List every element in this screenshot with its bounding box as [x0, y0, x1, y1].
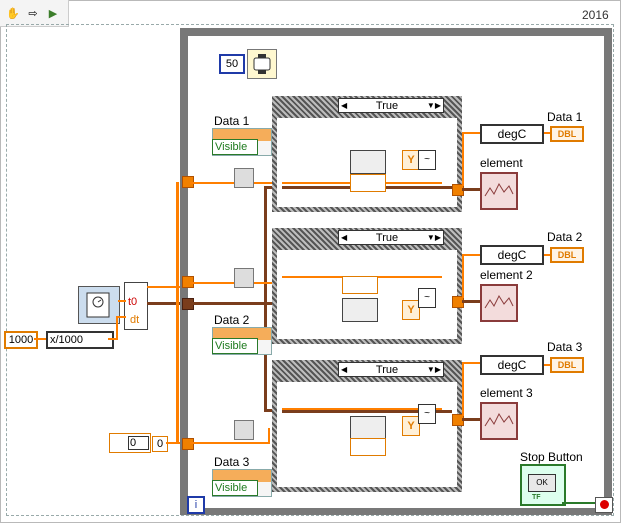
- build-waveform-node: [350, 416, 386, 440]
- clock-icon: [86, 292, 110, 318]
- output-label: Data 2: [547, 230, 583, 244]
- wire: [562, 502, 596, 504]
- wire: [462, 132, 464, 186]
- expression-node[interactable]: x/1000: [46, 331, 114, 349]
- output-label: Data 3: [547, 340, 583, 354]
- constant-1000[interactable]: 1000: [4, 331, 38, 349]
- waveform-icon: ~: [418, 150, 436, 170]
- hand-tool-glyph: ✋: [6, 7, 20, 20]
- wire: [462, 254, 464, 298]
- init-value: 0: [128, 436, 149, 450]
- case-selector-value: True: [375, 99, 399, 112]
- case-selector[interactable]: ◀ True ▼▶: [338, 230, 444, 245]
- stop-button-label: Stop Button: [520, 450, 583, 464]
- wire: [462, 132, 480, 134]
- array-node: [350, 438, 386, 456]
- stop-button-face: OK: [528, 474, 556, 492]
- visible-property[interactable]: Visible: [212, 338, 258, 354]
- data-control-label: Data 1: [214, 114, 250, 128]
- visible-property[interactable]: Visible: [212, 480, 258, 496]
- case-selector[interactable]: ◀ True ▼▶: [338, 98, 444, 113]
- waveform-icon: ~: [418, 404, 436, 424]
- wire: [462, 254, 480, 256]
- build-waveform-node: [342, 298, 378, 322]
- stop-icon: [600, 500, 609, 509]
- chart-icon: [484, 294, 514, 309]
- array-node: [350, 174, 386, 192]
- dbl-indicator[interactable]: DBL: [550, 247, 584, 263]
- wire: [190, 182, 276, 184]
- init-array-constant[interactable]: 0: [109, 433, 151, 453]
- waveform-chart-indicator[interactable]: [480, 402, 518, 440]
- case-selector[interactable]: ◀ True ▼▶: [338, 362, 444, 377]
- random-number-icon: [234, 268, 254, 288]
- dt-label: dt: [130, 314, 140, 326]
- wire: [116, 316, 118, 340]
- random-number-icon: [234, 168, 254, 188]
- visible-property[interactable]: Visible: [212, 139, 258, 155]
- waveform-chart-indicator[interactable]: [480, 284, 518, 322]
- wire: [268, 428, 270, 444]
- case-selector-value: True: [375, 363, 399, 376]
- run-glyph: ▶: [48, 7, 58, 20]
- iteration-terminal: i: [187, 496, 205, 514]
- wire: [190, 282, 276, 284]
- wire: [264, 186, 267, 411]
- dbl-indicator[interactable]: DBL: [550, 126, 584, 142]
- wire: [462, 418, 482, 421]
- run-icon[interactable]: ▶: [44, 4, 62, 22]
- wire: [462, 362, 464, 416]
- hand-tool-icon[interactable]: ✋: [4, 4, 22, 22]
- dbl-indicator[interactable]: DBL: [550, 357, 584, 373]
- unit-conversion-node: degC: [480, 355, 544, 375]
- wire: [118, 300, 126, 302]
- init-index: 0: [152, 436, 168, 452]
- stop-button-type: TF: [532, 494, 541, 501]
- wire: [462, 362, 480, 364]
- chart-icon: [484, 182, 514, 197]
- tick-count-icon: [78, 286, 120, 324]
- graph-label: element 3: [480, 386, 533, 400]
- wire: [190, 302, 275, 305]
- wire: [176, 182, 179, 444]
- shift-register-left: [182, 438, 194, 450]
- wait-function: [247, 49, 277, 79]
- stop-button[interactable]: OK TF: [520, 464, 566, 506]
- graph-label: element 2: [480, 268, 533, 282]
- wire: [462, 188, 482, 191]
- wait-constant[interactable]: 50: [219, 54, 245, 74]
- wire: [462, 300, 482, 303]
- arrow-forward-icon[interactable]: ⇨: [24, 4, 42, 22]
- unit-conversion-node: degC: [480, 124, 544, 144]
- wire: [190, 442, 270, 444]
- build-waveform-node: [350, 150, 386, 174]
- arrow-forward-glyph: ⇨: [28, 7, 38, 20]
- waveform-icon: ~: [418, 288, 436, 308]
- case-selector-value: True: [375, 231, 399, 244]
- data-control-label: Data 3: [214, 455, 250, 469]
- data-control-label: Data 2: [214, 313, 250, 327]
- wire: [116, 316, 126, 318]
- version-label: 2016: [582, 8, 609, 22]
- waveform-chart-indicator[interactable]: [480, 172, 518, 210]
- array-node: [342, 276, 378, 294]
- unit-conversion-node: degC: [480, 245, 544, 265]
- random-number-icon: [234, 420, 254, 440]
- toolbar: ✋ ⇨ ▶: [0, 0, 69, 27]
- chart-icon: [484, 412, 514, 427]
- t0-label: t0: [128, 296, 138, 308]
- graph-label: element: [480, 156, 523, 170]
- output-label: Data 1: [547, 110, 583, 124]
- wire: [34, 338, 46, 340]
- loop-condition-terminal[interactable]: [595, 497, 613, 513]
- watch-icon: [253, 54, 271, 74]
